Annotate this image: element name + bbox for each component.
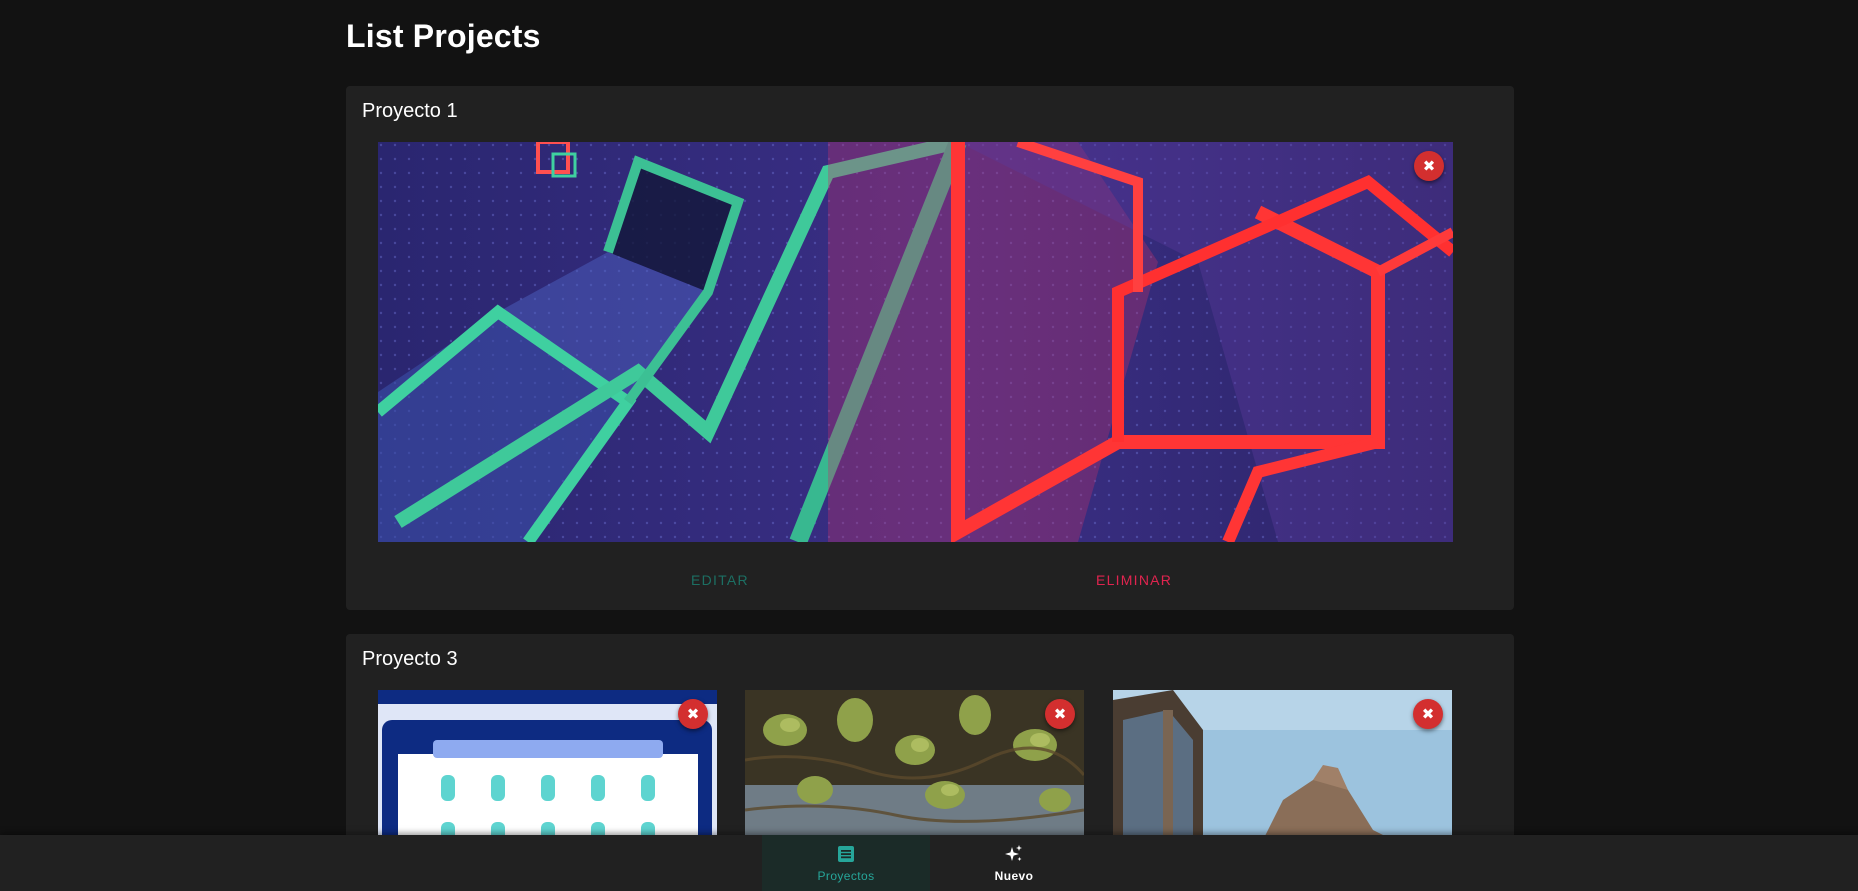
delete-button[interactable]: ELIMINAR [1086, 562, 1182, 598]
nav-item-new[interactable]: Nuevo [930, 835, 1098, 891]
close-icon: ✖ [1421, 705, 1435, 723]
nav-label: Proyectos [817, 869, 875, 883]
close-icon: ✖ [686, 705, 700, 723]
building-facade-image [1113, 690, 1452, 835]
page-title: List Projects [346, 18, 541, 54]
project-title: Proyecto 3 [362, 648, 458, 670]
remove-image-button[interactable]: ✖ [1414, 151, 1444, 181]
project-card: Proyecto 1 ✖ EDITAR ELIMINAR [346, 86, 1514, 610]
close-icon: ✖ [1422, 157, 1436, 175]
project-title: Proyecto 1 [362, 100, 458, 122]
project-image: ✖ [378, 142, 1453, 542]
remove-image-button[interactable]: ✖ [1413, 699, 1443, 729]
edit-button[interactable]: EDITAR [681, 562, 759, 598]
card-actions: EDITAR ELIMINAR [346, 562, 1514, 598]
projects-list: List Projects Proyecto 1 ✖ EDITAR ELIMIN… [346, 0, 1514, 835]
nav-item-projects[interactable]: Proyectos [762, 835, 930, 891]
abstract-cubes-image [378, 142, 1453, 542]
project-image: ✖ [378, 690, 717, 835]
calendar-illustration-image [378, 690, 717, 835]
list-icon [838, 846, 854, 862]
water-plants-image [745, 690, 1084, 835]
bottom-navigation: Proyectos Nuevo [0, 835, 1858, 891]
project-image: ✖ [1113, 690, 1452, 835]
remove-image-button[interactable]: ✖ [1045, 699, 1075, 729]
sparkles-icon [1005, 845, 1022, 861]
project-image: ✖ [745, 690, 1084, 835]
close-icon: ✖ [1053, 705, 1067, 723]
remove-image-button[interactable]: ✖ [678, 699, 708, 729]
project-card: Proyecto 3 ✖ ✖ ✖ [346, 634, 1514, 835]
nav-label: Nuevo [994, 869, 1034, 883]
